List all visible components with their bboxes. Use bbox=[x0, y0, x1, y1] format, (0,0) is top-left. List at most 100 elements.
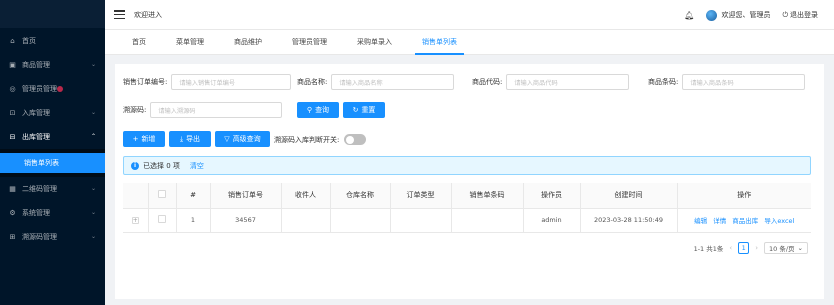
filter-order-no: 销售订单编号: 请输入销售订单编号 bbox=[123, 74, 292, 90]
import-excel-link[interactable]: 导入excel bbox=[764, 217, 794, 225]
reset-label: 重置 bbox=[361, 106, 376, 114]
sidebar-item-label: 商品管理 bbox=[22, 61, 50, 69]
chevron-down-icon: ⌄ bbox=[90, 185, 96, 192]
select-all-checkbox[interactable] bbox=[158, 190, 166, 199]
sidebar-item-label: 管理员管理 bbox=[22, 85, 57, 93]
sidebar-item-trace[interactable]: ⊞ 溯源码管理 ⌄ bbox=[0, 225, 105, 249]
export-button[interactable]: ⤓ 导出 bbox=[169, 131, 211, 147]
expand-icon[interactable]: + bbox=[131, 217, 139, 224]
menu-toggle-icon[interactable] bbox=[114, 10, 125, 19]
cell-barcode bbox=[451, 208, 524, 233]
cell-recipient bbox=[281, 208, 331, 233]
sidebar-item-label: 溯源码管理 bbox=[22, 233, 57, 241]
search-button[interactable]: ⚲ 查询 bbox=[297, 102, 339, 118]
sidebar-item-label: 系统管理 bbox=[22, 209, 50, 217]
logout-button[interactable]: ⏻ 退出登录 bbox=[782, 10, 818, 20]
page-number[interactable]: 1 bbox=[738, 242, 750, 254]
row-checkbox[interactable] bbox=[158, 215, 166, 223]
product-code-input[interactable]: 请输入商品代码 bbox=[506, 74, 630, 90]
reset-button[interactable]: ↻ 重置 bbox=[343, 102, 385, 118]
tab-label: 首页 bbox=[132, 38, 146, 46]
column-header[interactable]: 收件人 bbox=[281, 183, 331, 209]
sidebar-item-label: 二维码管理 bbox=[22, 185, 57, 193]
filter-product-name: 商品名称: 请输入商品名称 bbox=[297, 74, 455, 90]
prev-page-icon[interactable]: ‹ bbox=[729, 244, 732, 252]
page-size-value: 10 条/页 bbox=[769, 245, 795, 253]
logout-label: 退出登录 bbox=[790, 11, 818, 19]
pagination: 1-1 共1条 ‹ 1 › 10 条/页 ⌄ bbox=[694, 241, 808, 255]
column-header[interactable]: 仓库名称 bbox=[330, 183, 391, 209]
sidebar-item-outbound[interactable]: ⊟ 出库管理 ⌃ bbox=[0, 125, 105, 149]
sidebar-item-home[interactable]: ⌂ 首页 bbox=[0, 29, 105, 53]
tab-menu[interactable]: 菜单管理 bbox=[161, 30, 219, 54]
selection-text: 已选择 0 项 bbox=[143, 161, 180, 170]
chevron-down-icon: ⌄ bbox=[90, 61, 96, 68]
chevron-down-icon: ⌄ bbox=[90, 209, 96, 216]
chevron-down-icon: ⌄ bbox=[90, 109, 96, 116]
column-header[interactable]: 订单类型 bbox=[390, 183, 452, 209]
column-header[interactable]: 操作员 bbox=[523, 183, 581, 209]
column-expand bbox=[123, 183, 149, 209]
tab-purchase[interactable]: 采购单录入 bbox=[342, 30, 407, 54]
outbox-icon: ⊟ bbox=[9, 133, 16, 141]
filter-label: 商品名称: bbox=[297, 78, 328, 86]
sidebar-item-inbound[interactable]: ⊡ 入库管理 ⌄ bbox=[0, 101, 105, 125]
tab-admins[interactable]: 管理员管理 bbox=[277, 30, 342, 54]
next-page-icon[interactable]: › bbox=[755, 244, 758, 252]
plus-icon: + bbox=[132, 135, 139, 143]
detail-link[interactable]: 详情 bbox=[713, 217, 726, 225]
user-label: 欢迎您、管理员 bbox=[721, 11, 771, 19]
column-header[interactable]: 创建时间 bbox=[580, 183, 678, 209]
column-header: 操作 bbox=[677, 183, 811, 209]
switch-label: 溯源码入库判断开关: bbox=[274, 136, 340, 144]
sidebar-item-admins[interactable]: ◎ 管理员管理 bbox=[0, 77, 105, 101]
bell-icon[interactable]: 🔔︎ bbox=[684, 11, 694, 20]
sidebar-item-label: 出库管理 bbox=[22, 133, 50, 141]
trace-icon: ⊞ bbox=[9, 233, 16, 241]
tab-products[interactable]: 商品维护 bbox=[219, 30, 277, 54]
trace-check-switch[interactable] bbox=[344, 134, 366, 145]
sidebar-item-products[interactable]: ▣ 商品管理 ⌄ bbox=[0, 53, 105, 77]
chevron-up-icon: ⌃ bbox=[90, 133, 96, 140]
column-header: # bbox=[176, 183, 211, 209]
search-icon: ⚲ bbox=[306, 106, 313, 114]
add-label: 新增 bbox=[141, 135, 156, 143]
tab-sales-list[interactable]: 销售单列表 bbox=[407, 30, 472, 55]
user-menu[interactable]: 欢迎您、管理员 bbox=[706, 9, 771, 21]
table-header-row: # 销售订单号 收件人 仓库名称 订单类型 销售单条码 操作员 创建时间 操作 bbox=[123, 183, 811, 209]
filter-label: 销售订单编号: bbox=[123, 78, 168, 86]
notification-dot bbox=[57, 86, 63, 92]
cell-actions: 编辑 详情 商品出库 导入excel bbox=[677, 208, 811, 233]
filter-trace-code: 溯源码: 请输入溯源码 bbox=[123, 102, 283, 118]
logout-icon: ⏻ bbox=[782, 10, 788, 19]
filter-product-code: 商品代码: 请输入商品代码 bbox=[472, 74, 630, 90]
outbound-link[interactable]: 商品出库 bbox=[732, 217, 758, 225]
search-label: 查询 bbox=[315, 106, 330, 114]
sidebar-item-qrcode[interactable]: ▦ 二维码管理 ⌄ bbox=[0, 177, 105, 201]
column-header[interactable]: 销售订单号 bbox=[210, 183, 282, 209]
header-title: 欢迎进入 bbox=[134, 10, 162, 19]
tab-label: 管理员管理 bbox=[292, 38, 327, 46]
clear-selection-link[interactable]: 清空 bbox=[190, 161, 204, 171]
add-button[interactable]: + 新增 bbox=[123, 131, 165, 147]
product-name-input[interactable]: 请输入商品名称 bbox=[331, 74, 455, 90]
tab-home[interactable]: 首页 bbox=[117, 30, 161, 54]
column-select[interactable] bbox=[148, 183, 177, 209]
sidebar-item-label: 销售单列表 bbox=[24, 159, 59, 167]
product-barcode-input[interactable]: 请输入商品条码 bbox=[682, 74, 806, 90]
cell-operator: admin bbox=[523, 208, 581, 233]
settings-icon: ⚙ bbox=[9, 209, 16, 217]
reset-icon: ↻ bbox=[352, 106, 359, 114]
sidebar-item-sales-list[interactable]: 销售单列表 bbox=[0, 153, 105, 173]
column-header[interactable]: 销售单条码 bbox=[451, 183, 524, 209]
advanced-search-button[interactable]: ▽ 高级查询 bbox=[215, 131, 270, 147]
outbound-submenu: 销售单列表 bbox=[0, 149, 105, 177]
edit-link[interactable]: 编辑 bbox=[694, 217, 707, 225]
trace-code-input[interactable]: 请输入溯源码 bbox=[150, 102, 283, 118]
advanced-label: 高级查询 bbox=[232, 135, 261, 143]
page-tabs: 首页 菜单管理 商品维护 管理员管理 采购单录入 销售单列表 bbox=[105, 30, 834, 55]
page-size-select[interactable]: 10 条/页 ⌄ bbox=[764, 242, 808, 254]
sidebar-item-system[interactable]: ⚙ 系统管理 ⌄ bbox=[0, 201, 105, 225]
export-label: 导出 bbox=[186, 135, 201, 143]
order-no-input[interactable]: 请输入销售订单编号 bbox=[171, 74, 292, 90]
